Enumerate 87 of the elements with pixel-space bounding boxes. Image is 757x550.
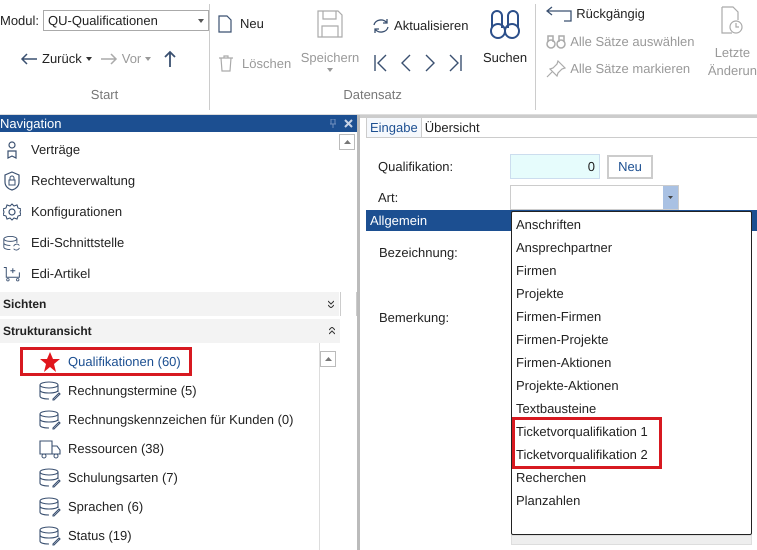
dropdown-option[interactable]: Ticketvorqualifikation 1 xyxy=(515,420,659,443)
first-record-button[interactable] xyxy=(374,54,388,72)
trash-icon xyxy=(218,54,234,72)
truck-icon xyxy=(39,438,61,459)
navigation-item[interactable]: Edi-Schnittstelle xyxy=(0,227,339,258)
caret-icon xyxy=(198,18,204,22)
gear-icon xyxy=(3,202,21,220)
star-icon xyxy=(39,350,61,373)
binoculars-icon xyxy=(490,10,520,40)
refresh-button[interactable]: Aktualisieren xyxy=(372,16,480,36)
ribbon-badge-icon xyxy=(6,140,18,158)
previous-record-icon xyxy=(400,54,412,72)
back-button[interactable]: Zurück xyxy=(20,49,92,68)
up-triangle-icon xyxy=(324,357,332,361)
caret-icon xyxy=(145,56,152,61)
new-button[interactable]: Neu xyxy=(607,154,653,178)
tree-item[interactable]: Schulungsarten (7) xyxy=(20,463,319,492)
modul-label: Modul: xyxy=(0,12,40,30)
pin-icon xyxy=(546,60,566,78)
first-record-icon xyxy=(374,54,388,72)
database-edit-icon xyxy=(39,496,61,517)
new-button[interactable]: Neu xyxy=(218,14,300,34)
tab[interactable]: Eingabe xyxy=(366,118,422,137)
dropdown-option[interactable]: Projekte xyxy=(512,282,751,305)
pin-icon[interactable] xyxy=(330,119,336,128)
pane-title: Navigation xyxy=(0,114,62,133)
qualifikation-field[interactable]: 0 xyxy=(510,154,600,179)
dropdown-option[interactable]: Firmen-Firmen xyxy=(512,305,751,328)
binoculars-icon xyxy=(546,33,566,50)
tree-item[interactable]: Rechnungstermine (5) xyxy=(20,376,319,406)
next-record-button[interactable] xyxy=(424,54,436,72)
last-record-icon xyxy=(448,54,462,72)
dropdown-option[interactable]: Projekte-Aktionen xyxy=(512,374,751,397)
dropdown-option[interactable]: Firmen-Aktionen xyxy=(512,351,751,374)
last-record-button[interactable] xyxy=(448,54,462,72)
tab[interactable]: Übersicht xyxy=(422,118,483,137)
dropdown-option[interactable]: Ticketvorqualifikation 2 xyxy=(515,443,659,466)
refresh-icon xyxy=(372,18,390,34)
up-triangle-icon xyxy=(344,140,350,144)
next-record-icon xyxy=(424,54,436,72)
dropdown-option[interactable]: Textbausteine xyxy=(512,397,751,420)
dropdown-option[interactable]: Ansprechpartner xyxy=(512,236,751,259)
dropdown-option[interactable]: Planzahlen xyxy=(512,489,751,512)
scroll-up-button[interactable] xyxy=(339,134,355,150)
database-edit-icon xyxy=(39,468,61,488)
database-edit-icon xyxy=(39,380,61,401)
forward-arrow-icon xyxy=(100,52,118,66)
section-header[interactable]: Strukturansicht xyxy=(0,319,340,343)
database-sync-icon xyxy=(3,234,21,252)
caret-icon xyxy=(668,196,673,199)
group-label: Datensatz xyxy=(343,86,402,104)
database-edit-icon xyxy=(39,526,61,546)
expand-chevron-icon xyxy=(328,300,334,308)
document-icon xyxy=(218,14,232,33)
close-icon[interactable] xyxy=(344,119,353,128)
up-arrow-icon xyxy=(163,50,178,68)
tree-item[interactable]: Qualifikationen (60) xyxy=(20,347,192,376)
shield-lock-icon xyxy=(3,170,21,190)
modul-select[interactable]: QU-Qualificationen xyxy=(43,10,210,31)
dropdown-option[interactable]: Firmen-Projekte xyxy=(512,328,751,351)
field-label: Art: xyxy=(378,188,400,207)
navigation-item[interactable]: Rechteverwaltung xyxy=(0,165,339,196)
dropdown-option[interactable]: Recherchen xyxy=(512,466,751,489)
caret-icon xyxy=(327,68,334,72)
dropdown-option[interactable]: Firmen xyxy=(512,259,751,282)
caret-icon xyxy=(86,56,92,61)
group-label: Start xyxy=(90,86,118,104)
tree-item[interactable]: Sprachen (6) xyxy=(20,492,319,522)
undo-icon xyxy=(546,6,572,22)
tree-item[interactable]: Ressourcen (38) xyxy=(20,434,319,464)
database-edit-icon xyxy=(39,410,61,430)
tree-item[interactable]: Status (19) xyxy=(20,521,319,550)
navigation-item[interactable]: Konfigurationen xyxy=(0,196,339,227)
search-button[interactable]: Suchen xyxy=(480,4,530,84)
field-label: Qualifikation: xyxy=(378,158,454,176)
undo-button[interactable]: Rückgängig xyxy=(546,4,708,24)
scroll-up-button[interactable] xyxy=(320,351,336,367)
field-label: Bezeichnung: xyxy=(379,245,458,260)
section-header[interactable]: Sichten xyxy=(0,292,340,316)
back-arrow-icon xyxy=(20,52,38,66)
tree-item[interactable]: Rechnungskennzeichen für Kunden (0) xyxy=(20,405,319,434)
previous-record-button[interactable] xyxy=(400,54,412,72)
document-clock-icon xyxy=(721,6,744,34)
navigation-item[interactable]: Verträge xyxy=(0,134,339,165)
navigation-item[interactable]: Edi-Artikel xyxy=(0,258,339,289)
collapse-chevron-icon xyxy=(329,327,335,335)
field-label: Bemerkung: xyxy=(379,310,450,324)
